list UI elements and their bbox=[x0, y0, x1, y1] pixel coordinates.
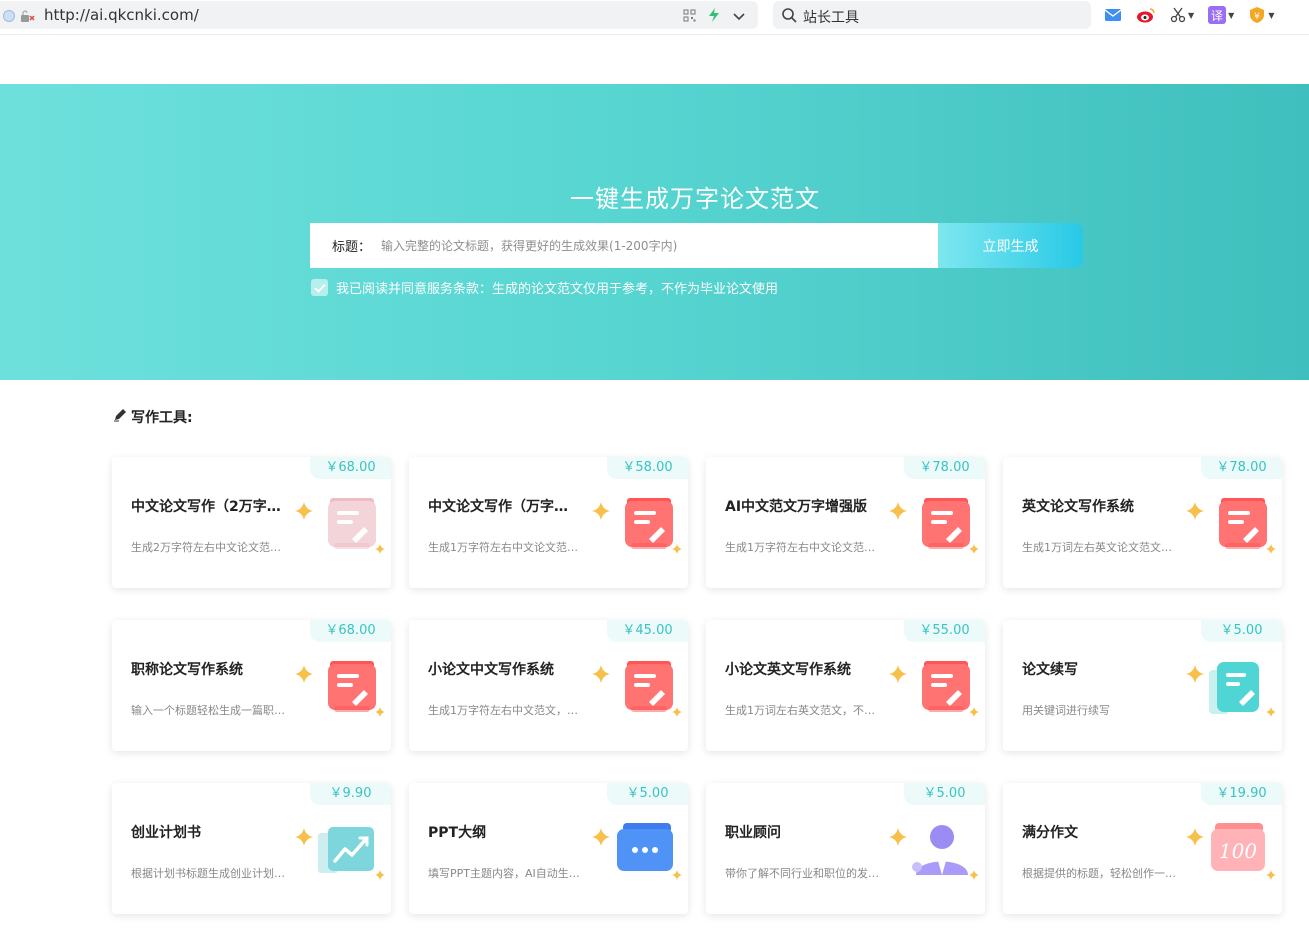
document-edit-icon bbox=[587, 656, 682, 728]
svg-text:译: 译 bbox=[1211, 9, 1223, 23]
tool-description: 用关键词进行续写 bbox=[1022, 704, 1110, 717]
hero-title: 一键生成万字论文范文 bbox=[570, 185, 820, 213]
chevron-down-icon[interactable] bbox=[732, 7, 746, 26]
title-input[interactable] bbox=[381, 238, 902, 253]
tool-card[interactable]: ￥5.00 论文续写 用关键词进行续写 bbox=[1003, 620, 1282, 751]
price-badge: ￥78.00 bbox=[904, 457, 985, 479]
svg-text:100: 100 bbox=[1219, 839, 1257, 863]
price-badge: ￥68.00 bbox=[310, 620, 391, 642]
agree-checkbox[interactable] bbox=[311, 279, 328, 296]
hero-banner: 一键生成万字论文范文 标题： 立即生成 我已阅读并同意服务条款：生成的论文范文仅… bbox=[0, 84, 1309, 380]
tool-title: 小论文英文写作系统 bbox=[725, 662, 851, 678]
agreement-row: 我已阅读并同意服务条款：生成的论文范文仅用于参考，不作为毕业论文使用 bbox=[311, 278, 778, 297]
tool-description: 根据提供的标题，轻松创作一… bbox=[1022, 867, 1176, 880]
document-edit-icon bbox=[884, 656, 979, 728]
price-badge: ￥78.00 bbox=[1201, 457, 1282, 479]
price-badge: ￥45.00 bbox=[607, 620, 688, 642]
tool-title: 职业顾问 bbox=[725, 825, 781, 841]
section-title-text: 写作工具: bbox=[131, 410, 193, 426]
price-badge: ￥55.00 bbox=[904, 620, 985, 642]
document-edit-icon bbox=[1181, 493, 1276, 565]
tool-card[interactable]: ￥5.00 职业顾问 带你了解不同行业和职位的发… bbox=[706, 783, 985, 914]
tool-card[interactable]: ￥78.00 英文论文写作系统 生成1万词左右英文论文范文… bbox=[1003, 457, 1282, 588]
tool-description: 生成1万词左右英文论文范文… bbox=[1022, 541, 1172, 554]
url-text[interactable]: http://ai.qkcnki.com/ bbox=[44, 6, 199, 24]
tool-card[interactable]: ￥78.00 AI中文范文万字增强版 生成1万字符左右中文论文范… bbox=[706, 457, 985, 588]
tool-card[interactable]: ￥45.00 小论文中文写作系统 生成1万字符左右中文范文，… bbox=[409, 620, 688, 751]
tool-title: 论文续写 bbox=[1022, 662, 1078, 678]
tool-card[interactable]: ￥58.00 中文论文写作（万字… 生成1万字符左右中文论文范… bbox=[409, 457, 688, 588]
tool-title: 满分作文 bbox=[1022, 825, 1078, 841]
price-badge: ￥58.00 bbox=[607, 457, 688, 479]
site-status-icon[interactable] bbox=[2, 8, 16, 27]
price-badge: ￥68.00 bbox=[310, 457, 391, 479]
tool-title: 创业计划书 bbox=[131, 825, 201, 841]
score-100-icon: 100 bbox=[1181, 819, 1276, 891]
document-edit-icon bbox=[884, 493, 979, 565]
tool-description: 生成1万字符左右中文范文，… bbox=[428, 704, 578, 717]
tool-card[interactable]: ￥68.00 中文论文写作（2万字… 生成2万字符左右中文论文范… bbox=[112, 457, 391, 588]
check-icon bbox=[313, 283, 326, 293]
document-edit-icon bbox=[290, 493, 385, 565]
tool-card[interactable]: ￥5.00 PPT大纲 填写PPT主题内容，AI自动生… bbox=[409, 783, 688, 914]
title-label: 标题： bbox=[332, 240, 372, 255]
tool-description: 输入一个标题轻松生成一篇职… bbox=[131, 704, 285, 717]
tool-card[interactable]: ￥55.00 小论文英文写作系统 生成1万词左右英文范文，不… bbox=[706, 620, 985, 751]
document-edit-icon bbox=[587, 493, 682, 565]
scissors-icon[interactable]: ▼ bbox=[1170, 7, 1194, 23]
tool-card[interactable]: ￥68.00 职称论文写作系统 输入一个标题轻松生成一篇职… bbox=[112, 620, 391, 751]
insecure-lock-icon[interactable] bbox=[20, 8, 36, 27]
tool-title: 小论文中文写作系统 bbox=[428, 662, 554, 678]
tool-title: 英文论文写作系统 bbox=[1022, 499, 1134, 515]
tool-description: 生成1万词左右英文范文，不… bbox=[725, 704, 875, 717]
qr-code-icon[interactable] bbox=[683, 7, 696, 26]
toolbar-divider bbox=[0, 34, 1309, 35]
tool-card[interactable]: ￥19.90 满分作文 根据提供的标题，轻松创作一… 100 bbox=[1003, 783, 1282, 914]
generate-button[interactable]: 立即生成 bbox=[938, 223, 1083, 268]
browser-search-box[interactable]: 站长工具 bbox=[773, 1, 1091, 29]
price-badge: ￥9.90 bbox=[310, 783, 391, 805]
tool-description: 根据计划书标题生成创业计划… bbox=[131, 867, 285, 880]
pencil-icon bbox=[113, 408, 127, 426]
generate-form: 标题： 立即生成 bbox=[310, 223, 1083, 268]
consultant-icon bbox=[884, 819, 979, 891]
price-badge: ￥5.00 bbox=[1201, 620, 1282, 642]
weibo-icon[interactable] bbox=[1136, 7, 1156, 23]
title-input-wrapper[interactable]: 标题： bbox=[310, 223, 938, 268]
translate-icon[interactable]: 译 ▼ bbox=[1208, 6, 1234, 24]
tool-title: 中文论文写作（2万字… bbox=[131, 499, 281, 515]
tool-title: 职称论文写作系统 bbox=[131, 662, 243, 678]
lightning-icon[interactable] bbox=[708, 7, 720, 26]
agree-text: 我已阅读并同意服务条款：生成的论文范文仅用于参考，不作为毕业论文使用 bbox=[336, 282, 779, 297]
slides-icon bbox=[587, 819, 682, 891]
growth-chart-icon bbox=[290, 819, 385, 891]
tool-description: 生成1万字符左右中文论文范… bbox=[428, 541, 578, 554]
tool-description: 填写PPT主题内容，AI自动生… bbox=[428, 867, 580, 880]
document-continue-icon bbox=[1181, 656, 1276, 728]
tool-description: 带你了解不同行业和职位的发… bbox=[725, 867, 879, 880]
section-title: 写作工具: bbox=[113, 407, 193, 427]
price-badge: ￥5.00 bbox=[607, 783, 688, 805]
wallet-shield-icon[interactable]: ¥ ▼ bbox=[1248, 6, 1274, 24]
document-edit-icon bbox=[290, 656, 385, 728]
browser-toolbar: http://ai.qkcnki.com/ 站长工具 ▼ 译 ▼ ¥ ▼ bbox=[0, 0, 1309, 32]
search-text[interactable]: 站长工具 bbox=[803, 7, 859, 27]
tool-description: 生成1万字符左右中文论文范… bbox=[725, 541, 875, 554]
price-badge: ￥19.90 bbox=[1201, 783, 1282, 805]
tool-description: 生成2万字符左右中文论文范… bbox=[131, 541, 281, 554]
tool-title: AI中文范文万字增强版 bbox=[725, 499, 868, 515]
tool-card[interactable]: ￥9.90 创业计划书 根据计划书标题生成创业计划… bbox=[112, 783, 391, 914]
search-icon bbox=[781, 7, 797, 27]
mail-icon[interactable] bbox=[1104, 8, 1122, 22]
tool-title: PPT大纲 bbox=[428, 825, 487, 841]
price-badge: ￥5.00 bbox=[904, 783, 985, 805]
svg-text:¥: ¥ bbox=[1254, 12, 1260, 22]
address-bar[interactable]: http://ai.qkcnki.com/ bbox=[0, 1, 758, 29]
tool-title: 中文论文写作（万字… bbox=[428, 499, 568, 515]
